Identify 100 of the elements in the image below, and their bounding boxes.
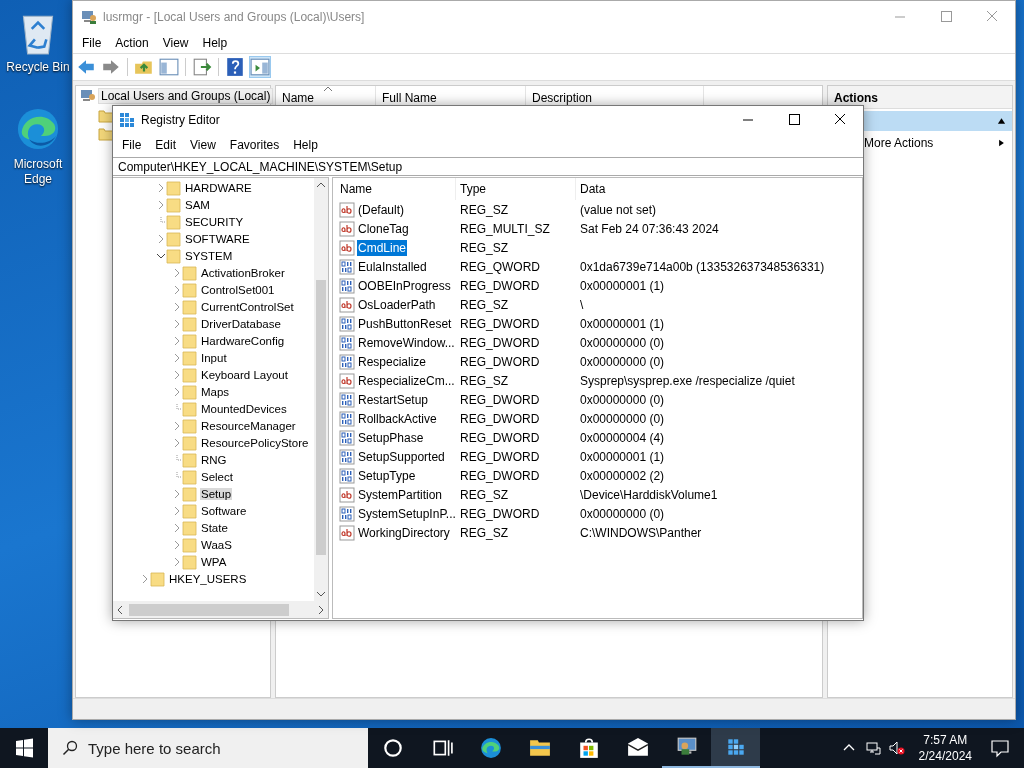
menu-item[interactable]: File [115, 138, 149, 152]
expand-chevron-icon[interactable] [172, 318, 182, 329]
desktop-icon-label[interactable]: Microsoft Edge [8, 157, 68, 187]
address-bar[interactable]: Computer\HKEY_LOCAL_MACHINE\SYSTEM\Setup [113, 157, 863, 176]
menu-item[interactable]: Help [195, 36, 235, 50]
expand-chevron-icon[interactable] [172, 420, 182, 431]
desktop-icon-label[interactable]: Recycle Bin [5, 60, 71, 75]
value-name[interactable]: SystemSetupInP... [357, 505, 457, 522]
value-data: 0x00000002 (2) [579, 468, 666, 483]
tree-item[interactable]: Maps [200, 385, 231, 398]
expand-chevron-icon[interactable] [140, 573, 150, 584]
collapse-arrow-icon[interactable] [997, 117, 1006, 125]
tree-item[interactable]: ResourceManager [200, 419, 297, 432]
tree-item[interactable]: ControlSet001 [200, 283, 276, 296]
value-name[interactable]: EulaInstalled [357, 258, 428, 275]
folder-icon[interactable] [98, 108, 114, 124]
tree-item[interactable]: Setup [200, 487, 233, 500]
tree-item[interactable]: WPA [200, 555, 228, 568]
expand-chevron-icon[interactable] [172, 539, 182, 550]
column-header[interactable]: Type [456, 178, 576, 200]
help-icon[interactable] [224, 56, 246, 78]
expand-chevron-icon[interactable] [156, 182, 166, 193]
value-name[interactable]: PushButtonReset [357, 315, 453, 332]
expand-chevron-icon[interactable] [172, 369, 182, 380]
expand-chevron-icon[interactable] [156, 233, 166, 244]
expand-chevron-icon[interactable] [172, 335, 182, 346]
tree-item[interactable]: ActivationBroker [200, 266, 286, 279]
tree-item[interactable]: HARDWARE [184, 181, 253, 194]
value-name[interactable]: Respecialize [357, 353, 428, 370]
tree-item[interactable]: State [200, 521, 229, 534]
scrollbar[interactable] [113, 601, 328, 618]
expand-chevron-icon[interactable] [156, 199, 166, 210]
value-name[interactable]: RestartSetup [357, 391, 430, 408]
tree-item[interactable]: DriverDatabase [200, 317, 282, 330]
menu-item[interactable]: File [75, 36, 109, 50]
expand-chevron-icon[interactable] [172, 488, 182, 499]
tree-item[interactable]: Keyboard Layout [200, 368, 289, 381]
value-name[interactable]: RollbackActive [357, 410, 438, 427]
column-header[interactable]: Name [336, 178, 456, 200]
menu-item[interactable]: Help [286, 138, 325, 152]
value-name[interactable]: SetupPhase [357, 429, 425, 446]
action-pane-icon[interactable] [249, 56, 271, 78]
scroll-thumb[interactable] [129, 603, 289, 616]
action-link[interactable]: More Actions [864, 136, 997, 150]
menu-item[interactable]: Edit [148, 138, 184, 152]
tree-item[interactable]: Software [200, 504, 248, 517]
expand-chevron-icon[interactable] [172, 352, 182, 363]
tree-item[interactable]: RNG [200, 453, 228, 466]
tree-item[interactable]: Local Users and Groups (Local) [98, 88, 274, 104]
menu-item[interactable]: Action [108, 36, 156, 50]
menu-item[interactable]: Favorites [222, 138, 287, 152]
menu-item[interactable]: View [183, 138, 223, 152]
search-field[interactable]: Type here to search [48, 728, 368, 768]
clock[interactable]: 7:57 AM 2/24/2024 [918, 732, 972, 764]
registry-taskbar-button[interactable] [711, 728, 760, 768]
expand-chevron-icon[interactable] [172, 267, 182, 278]
tree-item[interactable]: SECURITY [184, 215, 245, 228]
column-header[interactable]: Data [576, 178, 696, 200]
value-name[interactable]: SetupSupported [357, 448, 446, 465]
tree-item[interactable]: HKEY_USERS [168, 572, 248, 585]
value-name[interactable]: (Default) [357, 201, 405, 218]
value-name[interactable]: OOBEInProgress [357, 277, 452, 294]
computer-users-icon [675, 736, 698, 758]
value-name[interactable]: SystemPartition [357, 486, 444, 503]
tree-item[interactable]: CurrentControlSet [200, 300, 295, 313]
value-name[interactable]: WorkingDirectory [357, 524, 451, 541]
tree-item[interactable]: ResourcePolicyStore [200, 436, 310, 449]
string-value-icon [339, 296, 355, 313]
expand-chevron-icon[interactable] [172, 284, 182, 295]
tree-item[interactable]: SYSTEM [184, 249, 234, 262]
tree-item[interactable]: Select [200, 470, 234, 483]
folder-icon[interactable] [98, 126, 114, 142]
submenu-arrow-icon[interactable] [997, 139, 1006, 147]
expand-chevron-icon[interactable] [172, 437, 182, 448]
tree-item[interactable]: HardwareConfig [200, 334, 286, 347]
expand-chevron-icon[interactable] [172, 301, 182, 312]
value-name[interactable]: SetupType [357, 467, 417, 484]
scroll-thumb[interactable] [316, 280, 326, 555]
expand-chevron-icon[interactable] [172, 505, 182, 516]
folder-icon [182, 298, 198, 315]
tree-item[interactable]: MountedDevices [200, 402, 288, 415]
console-tree-icon[interactable] [158, 56, 180, 78]
speaker-muted-icon[interactable] [888, 740, 905, 756]
tree-item[interactable]: SOFTWARE [184, 232, 251, 245]
network-icon[interactable] [864, 740, 881, 756]
scrollbar[interactable] [314, 178, 328, 601]
tree-item[interactable]: Input [200, 351, 228, 364]
menu-item[interactable]: View [155, 36, 196, 50]
value-name[interactable]: OsLoaderPath [357, 296, 437, 313]
expand-chevron-icon[interactable] [172, 386, 182, 397]
export-list-icon[interactable] [191, 56, 213, 78]
tree-item[interactable]: SAM [184, 198, 211, 211]
expand-chevron-icon[interactable] [172, 556, 182, 567]
tree-item[interactable]: WaaS [200, 538, 233, 551]
value-name[interactable]: CloneTag [357, 220, 410, 237]
value-name[interactable]: RemoveWindow... [357, 334, 456, 351]
notifications-icon[interactable] [990, 738, 1010, 758]
expand-chevron-icon[interactable] [172, 522, 182, 533]
value-name[interactable]: RespecializeCm... [357, 372, 456, 389]
value-name[interactable]: CmdLine [357, 239, 408, 256]
